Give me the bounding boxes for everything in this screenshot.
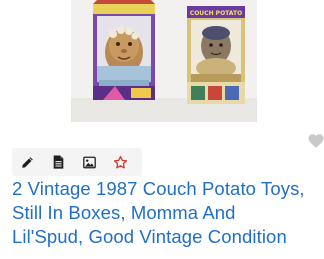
heart-icon (308, 134, 324, 148)
product-photo[interactable]: COUCH POTATO (71, 0, 257, 122)
star-icon (113, 155, 128, 168)
listing-title-link[interactable]: 2 Vintage 1987 Couch Potato Toys, Still … (12, 177, 312, 249)
box-label: COUCH POTATO (190, 10, 242, 17)
product-photo-art: COUCH POTATO (71, 0, 257, 122)
listing-actions-toolbar (12, 148, 142, 176)
pencil-icon (22, 156, 33, 168)
document-icon (53, 155, 64, 169)
image-icon (83, 156, 96, 168)
left-toy-box (93, 0, 155, 100)
listing-page: COUCH POTATO 2 Vintage 1987 Couch Potato… (0, 0, 324, 259)
photos-button[interactable] (74, 148, 105, 176)
edit-button[interactable] (12, 148, 43, 176)
watch-star-button[interactable] (105, 148, 136, 176)
favorite-heart-button[interactable] (307, 132, 324, 150)
right-toy-box: COUCH POTATO (187, 6, 245, 104)
description-button[interactable] (43, 148, 74, 176)
